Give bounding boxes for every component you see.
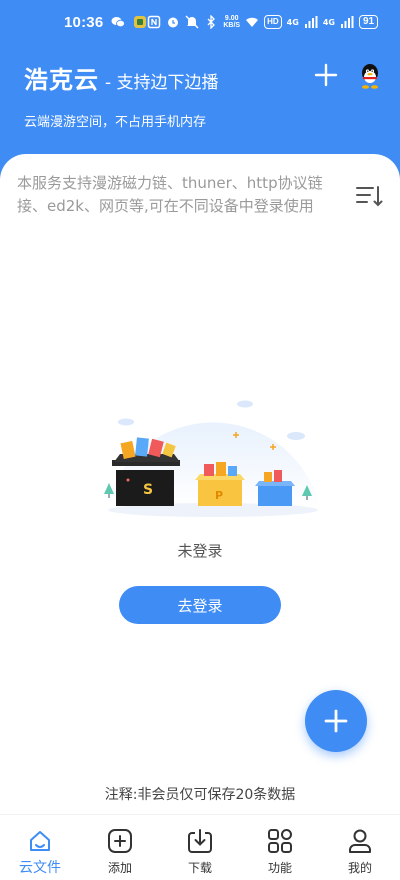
hd-badge: HD (264, 15, 282, 29)
wechat-icon (111, 17, 126, 28)
nav-add[interactable]: 添加 (80, 815, 160, 880)
mute-icon (185, 15, 199, 29)
nav-label: 云文件 (19, 860, 61, 876)
plus-icon (324, 709, 348, 733)
status-bar: 10:36 9.00 KB/S HD 4G 4G 91 (0, 0, 400, 44)
nav-profile[interactable]: 我的 (320, 815, 400, 880)
signal-label-2: 4G (322, 17, 335, 27)
add-square-icon (108, 829, 132, 853)
bottom-navigation: 云文件 添加 下载 功能 我的 (0, 814, 400, 880)
download-icon (188, 829, 212, 853)
app-title: 浩克云 - 支持边下边播 (24, 60, 219, 95)
empty-state-illustration: S P (104, 400, 320, 517)
user-icon (349, 829, 371, 853)
nav-label: 添加 (107, 861, 132, 875)
nav-label: 下载 (187, 861, 212, 875)
sort-icon[interactable] (355, 185, 383, 209)
nav-download[interactable]: 下载 (160, 815, 240, 880)
status-time: 10:36 (64, 13, 104, 31)
plus-icon[interactable] (314, 63, 338, 87)
header-subtitle: 云端漫游空间，不占用手机内存 (24, 115, 207, 130)
nav-functions[interactable]: 功能 (240, 815, 320, 880)
battery-indicator: 91 (358, 15, 379, 29)
app-name: 浩克云 (24, 66, 99, 94)
app-slogan: - 支持边下边播 (105, 73, 219, 93)
nav-cloud-files[interactable]: 云文件 (0, 815, 80, 880)
nav-label: 我的 (347, 861, 372, 875)
member-footnote: 注释:非会员仅可保存20条数据 (104, 787, 296, 803)
signal-label-1: 4G (286, 17, 299, 27)
qq-penguin-icon[interactable] (358, 62, 382, 90)
bluetooth-icon (207, 15, 216, 29)
service-notice: 本服务支持漫游磁力链、thuner、http协议链接、ed2k、网页等,可在不同… (17, 174, 323, 215)
alarm-icon (168, 17, 179, 28)
cloud-home-icon (30, 831, 50, 851)
grid-icon (268, 829, 292, 853)
app-header: 浩克云 - 支持边下边播 云端漫游空间，不占用手机内存 (0, 52, 400, 152)
svg-text:P: P (215, 489, 223, 502)
wifi-icon (246, 17, 259, 27)
login-button[interactable]: 去登录 (119, 586, 281, 624)
svg-text:S: S (143, 482, 153, 498)
signal-icon (304, 16, 318, 28)
nav-label: 功能 (267, 861, 292, 875)
main-card: 本服务支持漫游磁力链、thuner、http协议链接、ed2k、网页等,可在不同… (0, 154, 400, 814)
nfc-icon (148, 15, 161, 29)
app-notification-icon (134, 16, 147, 28)
signal-icon (340, 16, 354, 28)
add-floating-button[interactable] (305, 690, 367, 752)
not-logged-in-label: 未登录 (177, 542, 223, 560)
net-speed: 9.00 KB/S (223, 15, 241, 29)
